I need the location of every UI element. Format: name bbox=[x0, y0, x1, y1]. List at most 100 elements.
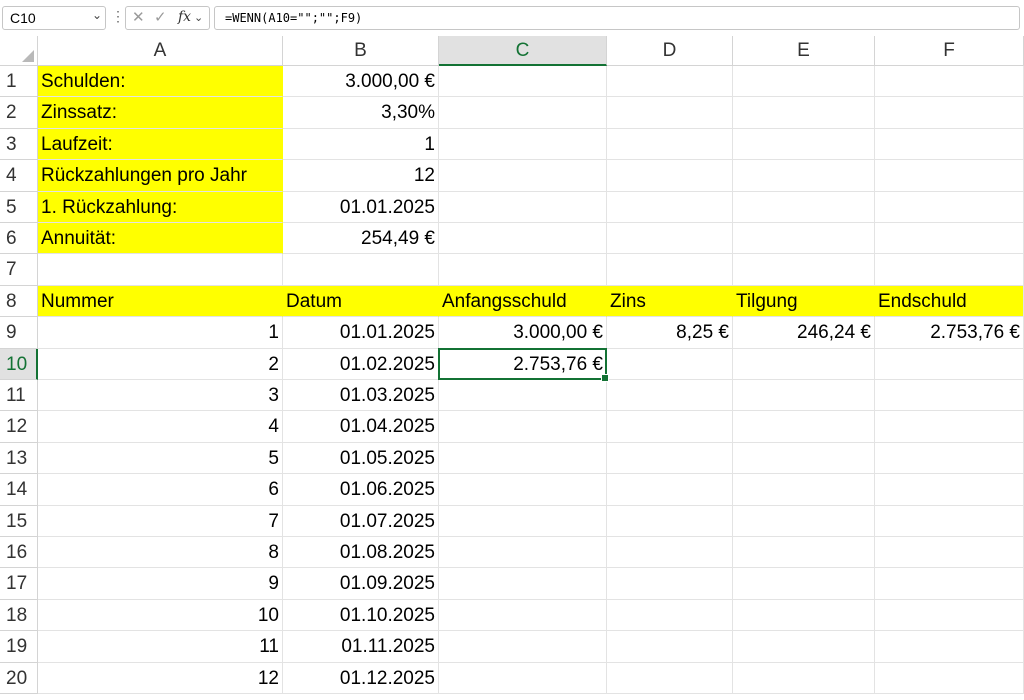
cell-c15[interactable] bbox=[439, 505, 607, 537]
row-header-12[interactable]: 12 bbox=[0, 411, 38, 443]
cell-b7[interactable] bbox=[283, 254, 439, 286]
cell-a17[interactable]: 9 bbox=[38, 568, 283, 600]
chevron-down-icon[interactable]: ⌄ bbox=[92, 8, 102, 22]
row-header-14[interactable]: 14 bbox=[0, 474, 38, 506]
cell-a3[interactable]: Laufzeit: bbox=[38, 128, 283, 161]
row-header-17[interactable]: 17 bbox=[0, 568, 38, 600]
cell-a18[interactable]: 10 bbox=[38, 599, 283, 632]
formula-input[interactable]: =WENN(A10="";"";F9) bbox=[214, 6, 1020, 30]
cell-a16[interactable]: 8 bbox=[38, 537, 283, 569]
cell-d20[interactable] bbox=[607, 662, 733, 694]
cell-d12[interactable] bbox=[607, 411, 733, 443]
cell-f3[interactable] bbox=[875, 128, 1024, 161]
select-all-corner[interactable] bbox=[0, 36, 38, 66]
cell-c13[interactable] bbox=[439, 442, 607, 475]
cell-a13[interactable]: 5 bbox=[38, 442, 283, 475]
cell-d10[interactable] bbox=[607, 348, 733, 380]
cell-a5[interactable]: 1. Rückzahlung: bbox=[38, 191, 283, 223]
cell-e13[interactable] bbox=[733, 442, 875, 475]
insert-function-icon[interactable]: fx bbox=[178, 9, 191, 25]
name-box[interactable]: C10 ⌄ bbox=[2, 6, 106, 30]
cell-d17[interactable] bbox=[607, 568, 733, 600]
cell-f17[interactable] bbox=[875, 568, 1024, 600]
cell-e16[interactable] bbox=[733, 537, 875, 569]
cell-c6[interactable] bbox=[439, 223, 607, 255]
cell-b11[interactable]: 01.03.2025 bbox=[283, 380, 439, 412]
row-header-2[interactable]: 2 bbox=[0, 97, 38, 129]
row-header-5[interactable]: 5 bbox=[0, 191, 38, 223]
row-header-15[interactable]: 15 bbox=[0, 505, 38, 537]
cell-f20[interactable] bbox=[875, 662, 1024, 694]
cell-c17[interactable] bbox=[439, 568, 607, 600]
cell-f18[interactable] bbox=[875, 599, 1024, 632]
cell-b3[interactable]: 1 bbox=[283, 128, 439, 161]
cell-c3[interactable] bbox=[439, 128, 607, 161]
cell-f6[interactable] bbox=[875, 223, 1024, 255]
cell-b19[interactable]: 01.11.2025 bbox=[283, 631, 439, 663]
cell-c16[interactable] bbox=[439, 537, 607, 569]
cell-e11[interactable] bbox=[733, 380, 875, 412]
column-header-c[interactable]: C bbox=[439, 36, 607, 66]
cell-d15[interactable] bbox=[607, 505, 733, 537]
cell-e6[interactable] bbox=[733, 223, 875, 255]
cell-f1[interactable] bbox=[875, 66, 1024, 98]
cell-c19[interactable] bbox=[439, 631, 607, 663]
cell-f7[interactable] bbox=[875, 254, 1024, 286]
cell-b2[interactable]: 3,30% bbox=[283, 97, 439, 129]
cell-d5[interactable] bbox=[607, 191, 733, 223]
row-header-1[interactable]: 1 bbox=[0, 66, 38, 98]
cell-b17[interactable]: 01.09.2025 bbox=[283, 568, 439, 600]
cell-e4[interactable] bbox=[733, 160, 875, 192]
row-header-10[interactable]: 10 bbox=[0, 348, 38, 380]
cell-c14[interactable] bbox=[439, 474, 607, 506]
cell-f2[interactable] bbox=[875, 97, 1024, 129]
cell-e5[interactable] bbox=[733, 191, 875, 223]
cell-c11[interactable] bbox=[439, 380, 607, 412]
cell-a2[interactable]: Zinssatz: bbox=[38, 97, 283, 129]
cell-e15[interactable] bbox=[733, 505, 875, 537]
cell-a15[interactable]: 7 bbox=[38, 505, 283, 537]
cell-a9[interactable]: 1 bbox=[38, 317, 283, 349]
cell-d16[interactable] bbox=[607, 537, 733, 569]
cell-d18[interactable] bbox=[607, 599, 733, 632]
cell-a10[interactable]: 2 bbox=[38, 348, 283, 380]
cell-a7[interactable] bbox=[38, 254, 283, 286]
cell-f12[interactable] bbox=[875, 411, 1024, 443]
cell-d3[interactable] bbox=[607, 128, 733, 161]
row-header-13[interactable]: 13 bbox=[0, 442, 38, 475]
cell-e3[interactable] bbox=[733, 128, 875, 161]
cell-a19[interactable]: 11 bbox=[38, 631, 283, 663]
cell-f8[interactable]: Endschuld bbox=[875, 285, 1024, 318]
cell-c7[interactable] bbox=[439, 254, 607, 286]
cell-a1[interactable]: Schulden: bbox=[38, 66, 283, 98]
cell-e7[interactable] bbox=[733, 254, 875, 286]
cell-b20[interactable]: 01.12.2025 bbox=[283, 662, 439, 694]
cell-b13[interactable]: 01.05.2025 bbox=[283, 442, 439, 475]
row-header-9[interactable]: 9 bbox=[0, 317, 38, 349]
cell-f11[interactable] bbox=[875, 380, 1024, 412]
cell-e1[interactable] bbox=[733, 66, 875, 98]
column-header-b[interactable]: B bbox=[283, 36, 439, 66]
cell-c5[interactable] bbox=[439, 191, 607, 223]
cell-d6[interactable] bbox=[607, 223, 733, 255]
cell-e10[interactable] bbox=[733, 348, 875, 380]
row-header-7[interactable]: 7 bbox=[0, 254, 38, 286]
cell-c20[interactable] bbox=[439, 662, 607, 694]
cell-e12[interactable] bbox=[733, 411, 875, 443]
cell-b18[interactable]: 01.10.2025 bbox=[283, 599, 439, 632]
cell-b1[interactable]: 3.000,00 € bbox=[283, 66, 439, 98]
more-options-icon[interactable]: ⋮ bbox=[111, 8, 125, 25]
cell-f14[interactable] bbox=[875, 474, 1024, 506]
cell-f19[interactable] bbox=[875, 631, 1024, 663]
cell-e18[interactable] bbox=[733, 599, 875, 632]
column-header-f[interactable]: F bbox=[875, 36, 1024, 66]
cell-b16[interactable]: 01.08.2025 bbox=[283, 537, 439, 569]
cell-b5[interactable]: 01.01.2025 bbox=[283, 191, 439, 223]
cell-e17[interactable] bbox=[733, 568, 875, 600]
cell-a6[interactable]: Annuität: bbox=[38, 223, 283, 255]
row-header-19[interactable]: 19 bbox=[0, 631, 38, 663]
cell-e2[interactable] bbox=[733, 97, 875, 129]
cancel-icon[interactable]: ✕ bbox=[132, 8, 145, 26]
cell-d13[interactable] bbox=[607, 442, 733, 475]
cell-d14[interactable] bbox=[607, 474, 733, 506]
